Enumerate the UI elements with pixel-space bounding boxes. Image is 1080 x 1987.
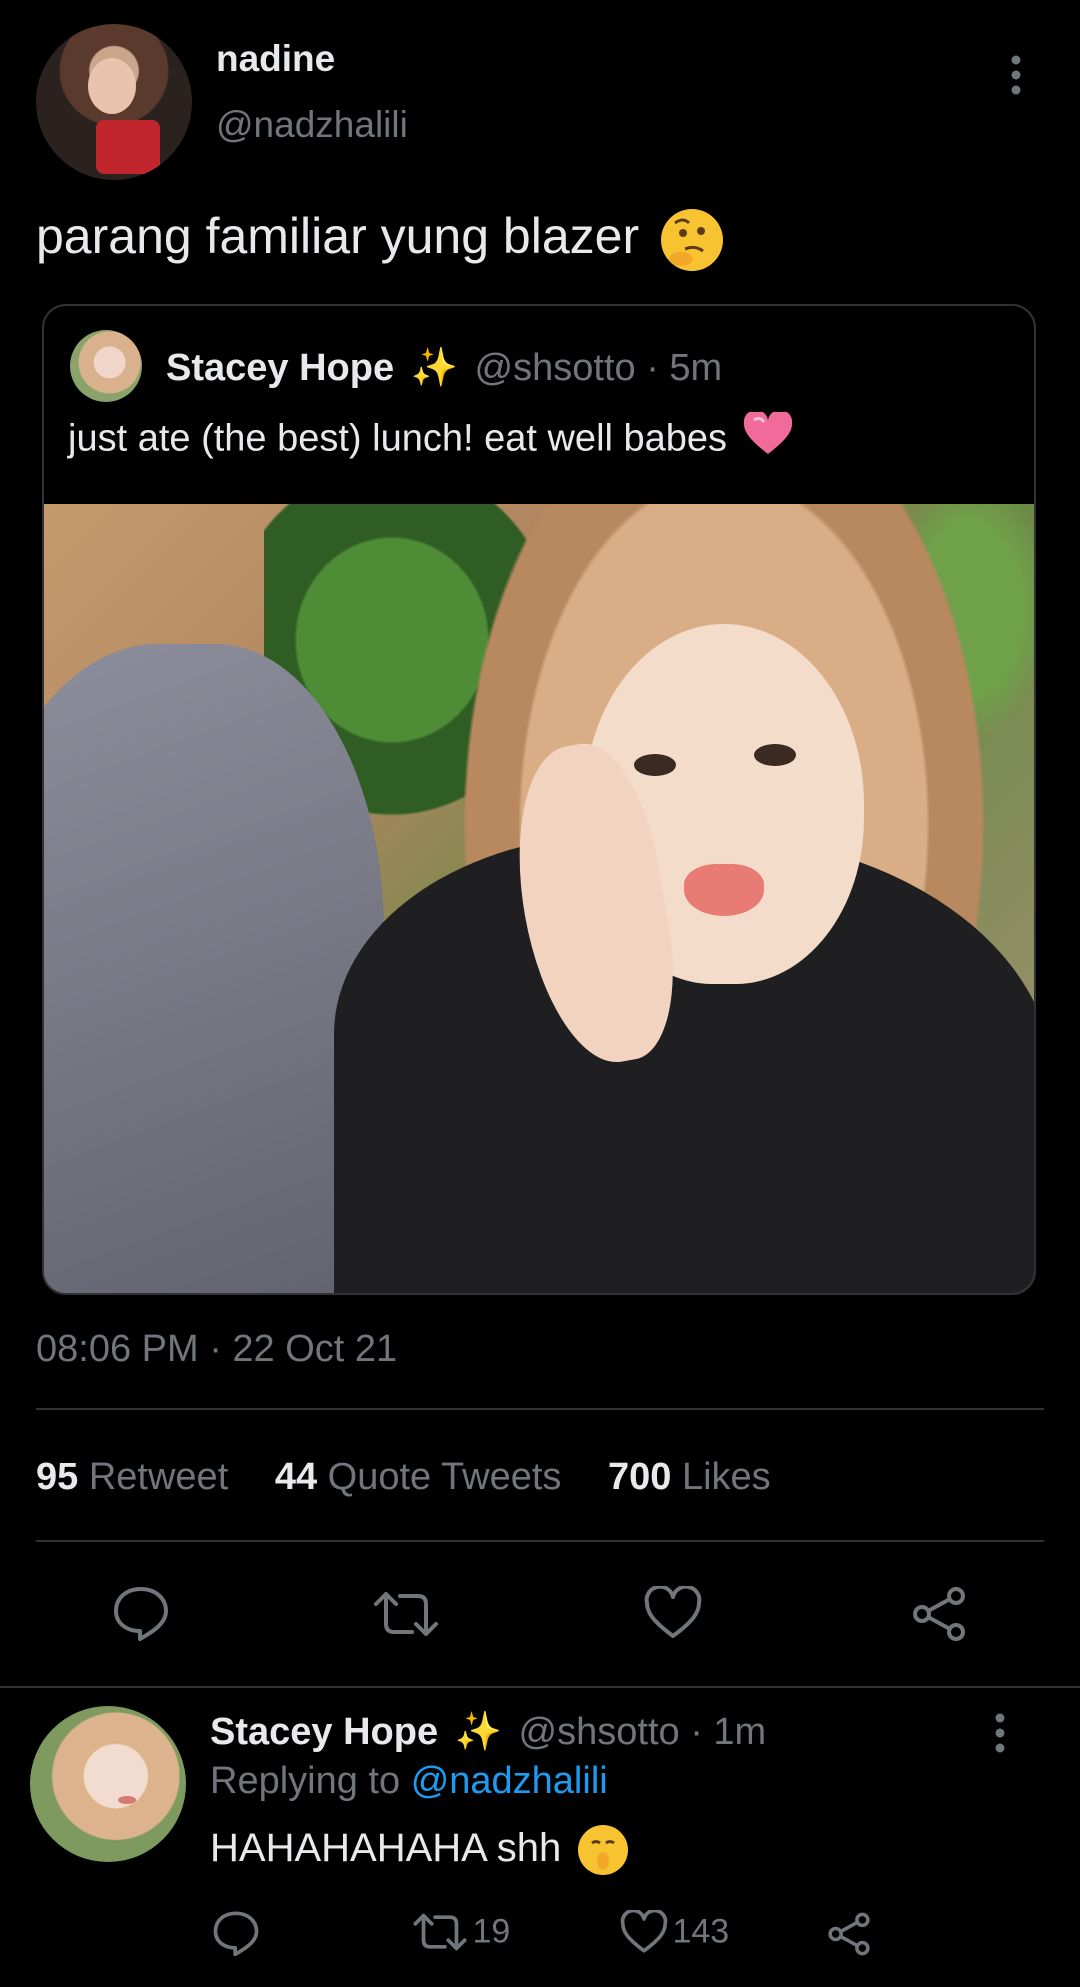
thinking-emoji-icon [661,208,724,271]
quoted-header: Stacey Hope ✨ @shsotto · 5m [166,346,722,390]
photo-chair [44,644,384,1293]
retweets-label: Retweet [88,1456,229,1498]
quoted-author-avatar[interactable] [70,330,142,402]
reply-icon[interactable] [112,1585,170,1641]
likes-count: 700 [608,1456,672,1498]
shushing-emoji-icon [578,1825,629,1876]
reply-author-handle[interactable]: @shsotto [519,1711,680,1753]
quoted-author-handle[interactable]: @shsotto [475,347,636,389]
reply-text: HAHAHAHAHA shh [210,1826,562,1870]
tweet-timestamp[interactable]: 08:06 PM · 22 Oct 21 [36,1328,397,1371]
reply-retweet-action[interactable]: 19 [412,1910,510,1956]
retweet-icon[interactable] [372,1588,440,1640]
reply-author-avatar[interactable] [30,1706,186,1862]
reply-like-count: 143 [672,1912,730,1951]
avatar-bag [96,120,160,174]
reply-header: Stacey Hope ✨ @shsotto · 1m [210,1710,766,1754]
reply-retweet-count: 19 [472,1912,511,1951]
quoted-text: just ate (the best) lunch! eat well babe… [68,417,728,460]
reply-share-icon[interactable] [826,1912,872,1956]
tweet-text-row: parang familiar yung blazer [36,206,724,271]
quoted-tweet-card[interactable]: Stacey Hope ✨ @shsotto · 5m just ate (th… [42,304,1036,1295]
reply-avatar-mouth [118,1796,136,1804]
quoted-text-row: just ate (the best) lunch! eat well babe… [68,409,792,469]
reply-retweet-icon [412,1910,468,1954]
quoted-time: · 5m [646,347,723,389]
more-vertical-icon[interactable] [1000,54,1032,98]
reply-more-vertical-icon[interactable] [984,1712,1016,1756]
tweet-text: parang familiar yung blazer [36,208,640,264]
like-icon[interactable] [644,1586,702,1640]
quotes-count: 44 [274,1456,318,1498]
divider-bottom [36,1540,1044,1542]
quoted-photo[interactable] [44,504,1034,1293]
photo-mouth [684,864,764,916]
reply-author-name[interactable]: Stacey Hope [210,1711,438,1753]
reply-like-action[interactable]: 143 [620,1910,729,1956]
photo-eye-left [634,754,676,776]
replying-to-prefix: Replying to [210,1760,401,1802]
divider-reply [0,1686,1080,1688]
quotes-stat[interactable]: 44 Quote Tweets [275,1456,562,1498]
reply-text-row: HAHAHAHAHA shh [210,1820,629,1876]
author-name[interactable]: nadine [216,38,335,80]
reply-sparkles-icon: ✨ [454,1711,502,1753]
pink-heart-icon [743,409,792,469]
reply-like-icon [620,1910,668,1954]
sparkles-icon: ✨ [410,347,458,389]
divider-top [36,1408,1044,1410]
likes-stat[interactable]: 700 Likes [608,1456,771,1498]
reply-time: · 1m [690,1711,767,1753]
quoted-author-name[interactable]: Stacey Hope [166,347,394,389]
author-avatar[interactable] [36,24,192,180]
share-icon-glyph[interactable] [910,1586,968,1642]
avatar-face [88,58,136,114]
author-handle[interactable]: @nadzhalili [216,104,408,146]
retweets-count: 95 [36,1456,79,1498]
photo-eye-right [754,744,796,766]
replying-to-row: Replying to @nadzhalili [210,1760,608,1803]
likes-label: Likes [681,1456,771,1498]
reply-reply-icon[interactable] [212,1910,260,1956]
tweet-stats: 95 Retweet 44 Quote Tweets 700 Likes [36,1456,771,1499]
quotes-label: Quote Tweets [327,1456,562,1498]
replying-to-link[interactable]: @nadzhalili [411,1760,608,1802]
retweets-stat[interactable]: 95 Retweet [36,1456,228,1498]
